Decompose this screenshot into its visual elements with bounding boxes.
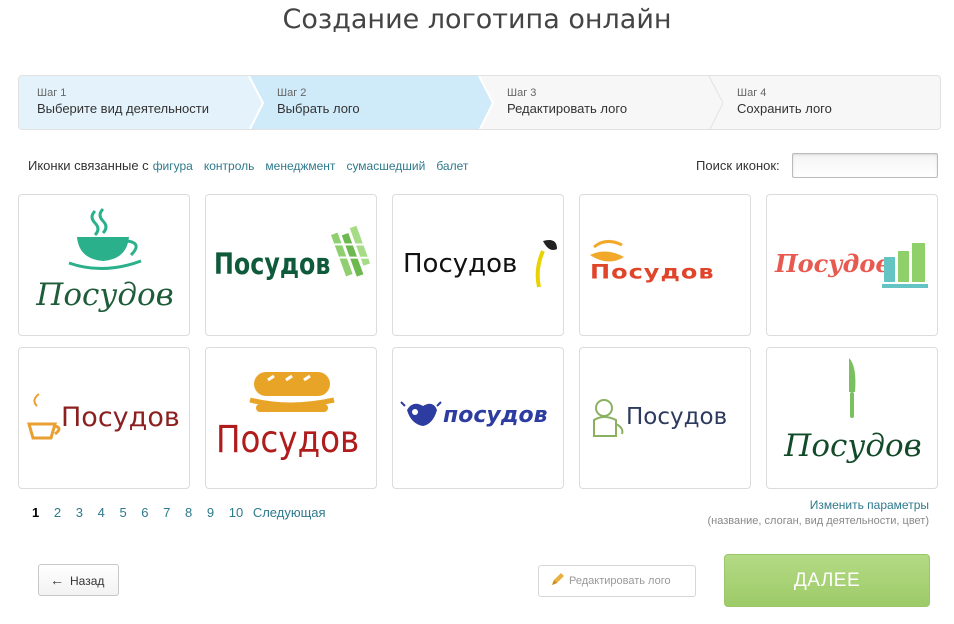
pencil-icon xyxy=(550,573,564,590)
page-link[interactable]: 7 xyxy=(163,505,170,520)
logo-text: Посудов xyxy=(626,404,728,430)
logo-card-6[interactable]: Посудов xyxy=(18,347,190,489)
page-link[interactable]: 6 xyxy=(141,505,148,520)
back-button[interactable]: ← Назад xyxy=(38,564,119,596)
page-link[interactable]: 4 xyxy=(98,505,105,520)
edit-logo-button[interactable]: Редактировать лого xyxy=(538,565,696,597)
logo-text: Посудов xyxy=(590,261,715,284)
logo-card-7[interactable]: Посудов xyxy=(205,347,377,489)
next-page-link[interactable]: Следующая xyxy=(253,505,326,520)
related-icons: Иконки связанные с фигура контроль менеджме… xyxy=(28,158,475,173)
pencils-icon xyxy=(331,225,371,277)
logo-card-10[interactable]: Посудов xyxy=(766,347,938,489)
tag-link[interactable]: балет xyxy=(436,159,468,173)
logo-card-9[interactable]: Посудов xyxy=(579,347,751,489)
step-number: Шаг 3 xyxy=(507,87,537,99)
step-label: Выберите вид деятельности xyxy=(37,101,209,116)
step-label: Сохранить лого xyxy=(737,101,832,116)
wizard-steps: Шаг 1 Выберите вид деятельности Шаг 2 Вы… xyxy=(18,75,941,130)
step-label: Редактировать лого xyxy=(507,101,628,116)
page-title: Создание логотипа онлайн xyxy=(282,4,672,35)
step-number: Шаг 1 xyxy=(37,87,67,99)
tea-cup-icon xyxy=(68,207,142,271)
logo-card-5[interactable]: Посудов xyxy=(766,194,938,336)
page-link[interactable]: 5 xyxy=(119,505,126,520)
logo-card-2[interactable]: Посудов xyxy=(205,194,377,336)
step-number: Шаг 2 xyxy=(277,87,307,99)
step-3[interactable]: Шаг 3 Редактировать лого xyxy=(489,76,627,129)
search-input[interactable] xyxy=(792,153,938,178)
logo-text: Посудов xyxy=(61,402,180,433)
tag-link[interactable]: сумасшедший xyxy=(346,159,425,173)
search-label: Поиск иконок: xyxy=(696,158,780,173)
knife-icon xyxy=(849,358,856,418)
logo-card-1[interactable]: Посудов xyxy=(18,194,190,336)
page-link[interactable]: 2 xyxy=(54,505,61,520)
bar-chart-icon xyxy=(882,243,928,288)
leaf-pen-icon xyxy=(535,240,557,288)
step-2[interactable]: Шаг 2 Выбрать лого xyxy=(259,76,360,129)
step-label: Выбрать лого xyxy=(277,101,360,116)
page-link[interactable]: 9 xyxy=(207,505,214,520)
change-params-link[interactable]: Изменить параметры xyxy=(810,498,929,512)
edit-logo-label: Редактировать лого xyxy=(569,575,671,587)
logo-text: Посудов xyxy=(36,277,174,313)
logo-card-4[interactable]: Посудов xyxy=(579,194,751,336)
back-button-label: Назад xyxy=(70,574,105,588)
arrow-left-icon: ← xyxy=(50,572,64,588)
logo-text: Посудов xyxy=(784,428,922,464)
logo-card-3[interactable]: Посудов xyxy=(392,194,564,336)
tag-link[interactable]: контроль xyxy=(204,159,255,173)
related-prefix: Иконки связанные с xyxy=(28,158,149,173)
logo-text: Посудов xyxy=(216,418,360,461)
logo-card-8[interactable]: посудов xyxy=(392,347,564,489)
step-4[interactable]: Шаг 4 Сохранить лого xyxy=(719,76,832,129)
pagination: 1 2 3 4 5 6 7 8 9 10 Следующая xyxy=(32,505,337,520)
page-link[interactable]: 3 xyxy=(76,505,83,520)
page-link-current[interactable]: 1 xyxy=(32,505,39,520)
logo-text: посудов xyxy=(443,403,548,428)
step-1[interactable]: Шаг 1 Выберите вид деятельности xyxy=(19,76,209,129)
page-link[interactable]: 8 xyxy=(185,505,192,520)
tag-link[interactable]: фигура xyxy=(153,159,193,173)
step-number: Шаг 4 xyxy=(737,87,767,99)
tag-link[interactable]: менеджмент xyxy=(265,159,335,173)
page-link[interactable]: 10 xyxy=(229,505,243,520)
next-button[interactable]: ДАЛЕЕ xyxy=(724,554,930,607)
change-params-hint: (название, слоган, вид деятельности, цве… xyxy=(707,515,929,527)
